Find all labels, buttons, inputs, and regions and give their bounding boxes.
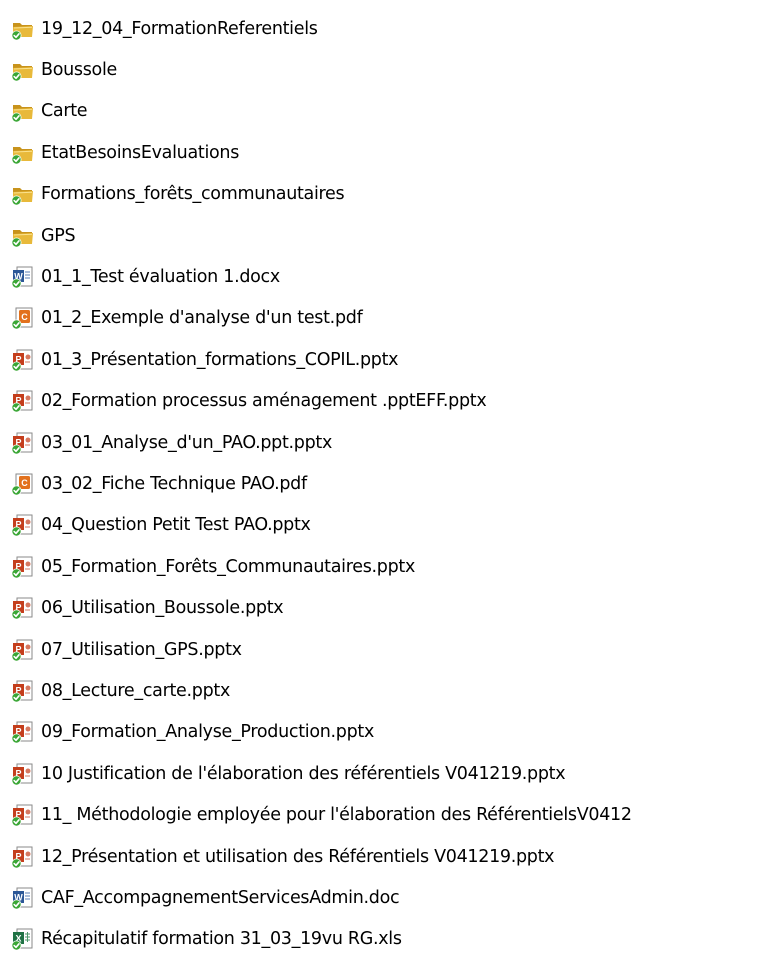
pdf-icon: C <box>11 472 35 496</box>
file-item[interactable]: P 01_3_Présentation_formations_COPIL.ppt… <box>0 339 771 380</box>
word-document-icon: W <box>11 886 35 910</box>
powerpoint-icon: P <box>11 431 35 455</box>
folder-icon <box>11 224 35 248</box>
item-name: 03_02_Fiche Technique PAO.pdf <box>41 473 307 494</box>
folder-icon <box>11 182 35 206</box>
file-item[interactable]: P 03_01_Analyse_d'un_PAO.ppt.pptx <box>0 422 771 463</box>
item-name: 01_1_Test évaluation 1.docx <box>41 267 280 288</box>
file-item[interactable]: P 08_Lecture_carte.pptx <box>0 670 771 711</box>
item-name: 03_01_Analyse_d'un_PAO.ppt.pptx <box>41 432 333 453</box>
item-name: Formations_forêts_communautaires <box>41 184 345 205</box>
powerpoint-icon: P <box>11 389 35 413</box>
item-name: 10 Justification de l'élaboration des ré… <box>41 763 566 784</box>
item-name: 12_Présentation et utilisation des Référ… <box>41 846 555 867</box>
item-name: 08_Lecture_carte.pptx <box>41 680 230 701</box>
item-name: GPS <box>41 225 76 246</box>
item-name: 19_12_04_FormationReferentiels <box>41 18 318 39</box>
item-name: Boussole <box>41 60 117 81</box>
item-name: 05_Formation_Forêts_Communautaires.pptx <box>41 556 416 577</box>
word-document-icon: W <box>11 265 35 289</box>
powerpoint-icon: P <box>11 803 35 827</box>
file-item[interactable]: P 12_Présentation et utilisation des Réf… <box>0 836 771 877</box>
powerpoint-icon: P <box>11 638 35 662</box>
item-name: 02_Formation processus aménagement .pptE… <box>41 391 487 412</box>
svg-text:C: C <box>21 478 28 488</box>
item-name: Carte <box>41 101 88 122</box>
folder-icon <box>11 141 35 165</box>
powerpoint-icon: P <box>11 720 35 744</box>
item-name: Récapitulatif formation 31_03_19vu RG.xl… <box>41 929 402 950</box>
file-item[interactable]: C 01_2_Exemple d'analyse d'un test.pdf <box>0 298 771 339</box>
pdf-icon: C <box>11 306 35 330</box>
folder-item[interactable]: Carte <box>0 91 771 132</box>
folder-icon <box>11 99 35 123</box>
powerpoint-icon: P <box>11 555 35 579</box>
folder-item[interactable]: 19_12_04_FormationReferentiels <box>0 8 771 49</box>
folder-item[interactable]: Formations_forêts_communautaires <box>0 174 771 215</box>
folder-icon <box>11 17 35 41</box>
file-item[interactable]: W CAF_AccompagnementServicesAdmin.doc <box>0 877 771 918</box>
powerpoint-icon: P <box>11 348 35 372</box>
item-name: EtatBesoinsEvaluations <box>41 142 240 163</box>
powerpoint-icon: P <box>11 762 35 786</box>
item-name: 11_ Méthodologie employée pour l'élabora… <box>41 805 632 826</box>
file-item[interactable]: P 09_Formation_Analyse_Production.pptx <box>0 712 771 753</box>
file-item[interactable]: W 01_1_Test évaluation 1.docx <box>0 256 771 297</box>
file-item[interactable]: C 03_02_Fiche Technique PAO.pdf <box>0 463 771 504</box>
file-item[interactable]: P 11_ Méthodologie employée pour l'élabo… <box>0 794 771 835</box>
powerpoint-icon: P <box>11 679 35 703</box>
item-name: CAF_AccompagnementServicesAdmin.doc <box>41 887 400 908</box>
item-name: 06_Utilisation_Boussole.pptx <box>41 598 284 619</box>
powerpoint-icon: P <box>11 513 35 537</box>
item-name: 04_Question Petit Test PAO.pptx <box>41 515 311 536</box>
powerpoint-icon: P <box>11 596 35 620</box>
file-item[interactable]: P 05_Formation_Forêts_Communautaires.ppt… <box>0 546 771 587</box>
file-item[interactable]: P 02_Formation processus aménagement .pp… <box>0 381 771 422</box>
item-name: 09_Formation_Analyse_Production.pptx <box>41 722 375 743</box>
excel-icon: X <box>11 927 35 951</box>
item-name: 01_3_Présentation_formations_COPIL.pptx <box>41 349 399 370</box>
folder-item[interactable]: EtatBesoinsEvaluations <box>0 132 771 173</box>
file-list: 19_12_04_FormationReferentiels Boussole … <box>0 8 771 960</box>
file-item[interactable]: P 10 Justification de l'élaboration des … <box>0 753 771 794</box>
file-item[interactable]: P 07_Utilisation_GPS.pptx <box>0 629 771 670</box>
file-item[interactable]: P 04_Question Petit Test PAO.pptx <box>0 505 771 546</box>
file-item[interactable]: X Récapitulatif formation 31_03_19vu RG.… <box>0 919 771 960</box>
folder-item[interactable]: GPS <box>0 215 771 256</box>
item-name: 07_Utilisation_GPS.pptx <box>41 639 242 660</box>
file-item[interactable]: P 06_Utilisation_Boussole.pptx <box>0 587 771 628</box>
folder-icon <box>11 58 35 82</box>
folder-item[interactable]: Boussole <box>0 49 771 90</box>
powerpoint-icon: P <box>11 845 35 869</box>
item-name: 01_2_Exemple d'analyse d'un test.pdf <box>41 308 363 329</box>
svg-text:C: C <box>21 312 28 322</box>
